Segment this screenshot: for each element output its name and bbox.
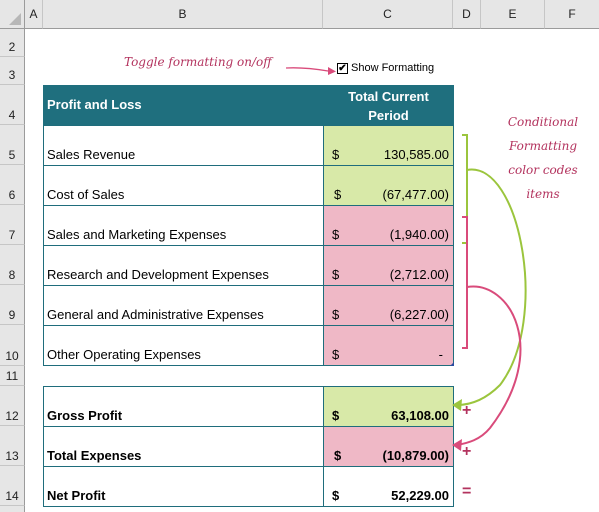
- header-value-line1: Total Current: [348, 88, 429, 104]
- value-cell[interactable]: $63,108.00: [323, 386, 454, 427]
- value-cell[interactable]: $130,585.00: [323, 125, 454, 166]
- currency-symbol: $: [334, 187, 342, 202]
- row-header-10[interactable]: 10: [0, 325, 25, 366]
- label-cell[interactable]: Sales Revenue: [43, 125, 324, 166]
- equals-operator: =: [462, 483, 472, 500]
- row-header-14[interactable]: 14: [0, 466, 25, 506]
- item-label: Sales and Marketing Expenses: [47, 227, 227, 242]
- label-cell[interactable]: Sales and Marketing Expenses: [43, 205, 324, 246]
- total-label: Total Expenses: [47, 448, 142, 463]
- item-label: Sales Revenue: [47, 147, 136, 162]
- label-cell[interactable]: Gross Profit: [43, 386, 324, 427]
- column-header-d[interactable]: D: [453, 0, 481, 29]
- value-cell[interactable]: $ (10,879.00): [323, 426, 454, 467]
- currency-symbol: $: [332, 408, 340, 423]
- value-cell[interactable]: $ (6,227.00): [323, 285, 454, 326]
- label-cell[interactable]: Other Operating Expenses: [43, 325, 324, 366]
- header-value-line2: Period: [368, 107, 409, 123]
- row-header-5[interactable]: 5: [0, 125, 25, 165]
- row-header-9[interactable]: 9: [0, 285, 25, 325]
- row-header-4[interactable]: 4: [0, 85, 25, 125]
- value-cell[interactable]: $52,229.00: [323, 466, 454, 507]
- column-header-f[interactable]: F: [545, 0, 599, 29]
- bracket-arrows: [452, 134, 527, 451]
- select-all-corner[interactable]: [0, 0, 25, 29]
- currency-symbol: $: [332, 307, 340, 322]
- header-total-current-period[interactable]: Total Current Period: [323, 85, 454, 126]
- row-header-13[interactable]: 13: [0, 426, 25, 466]
- item-label: General and Administrative Expenses: [47, 307, 264, 322]
- value-cell[interactable]: $ -: [323, 325, 454, 366]
- column-header-e[interactable]: E: [481, 0, 545, 29]
- column-header-a[interactable]: A: [25, 0, 43, 29]
- currency-symbol: $: [332, 267, 340, 282]
- row-header-12[interactable]: 12: [0, 386, 25, 426]
- column-header-c[interactable]: C: [323, 0, 453, 29]
- toggle-arrow-icon: [285, 67, 336, 75]
- checkbox-check-icon[interactable]: ✔: [337, 62, 348, 74]
- item-label: Other Operating Expenses: [47, 347, 201, 362]
- currency-symbol: $: [332, 488, 340, 503]
- currency-symbol: $: [334, 448, 342, 463]
- total-value: 52,229.00: [391, 488, 449, 503]
- row-header-6[interactable]: 6: [0, 165, 25, 205]
- value-cell[interactable]: $ (2,712.00): [323, 245, 454, 286]
- value-cell[interactable]: $ (67,477.00): [323, 165, 454, 206]
- row-header-11[interactable]: 11: [0, 366, 25, 386]
- item-label: Research and Development Expenses: [47, 267, 269, 282]
- value-cell[interactable]: $ (1,940.00): [323, 205, 454, 246]
- label-cell[interactable]: Total Expenses: [43, 426, 324, 467]
- header-profit-and-loss[interactable]: Profit and Loss: [43, 85, 324, 126]
- show-formatting-checkbox[interactable]: ✔ Show Formatting: [337, 62, 434, 74]
- label-cell[interactable]: Cost of Sales: [43, 165, 324, 206]
- label-cell[interactable]: Research and Development Expenses: [43, 245, 324, 286]
- header-label: Profit and Loss: [47, 96, 142, 112]
- row-header-2[interactable]: 2: [0, 29, 25, 57]
- show-formatting-label: Show Formatting: [351, 62, 435, 74]
- item-label: Cost of Sales: [47, 187, 125, 202]
- currency-symbol: $: [332, 227, 340, 242]
- row-header-7[interactable]: 7: [0, 205, 25, 245]
- label-cell[interactable]: General and Administrative Expenses: [43, 285, 324, 326]
- label-cell[interactable]: Net Profit: [43, 466, 324, 507]
- column-header-b[interactable]: B: [43, 0, 323, 29]
- toggle-annotation: Toggle formatting on/off: [124, 55, 272, 69]
- pink-bracket-icon: [452, 216, 522, 451]
- row-header-8[interactable]: 8: [0, 245, 25, 285]
- currency-symbol: $: [332, 347, 340, 362]
- total-label: Net Profit: [47, 488, 106, 503]
- green-bracket-icon: [452, 134, 527, 411]
- currency-symbol: $: [332, 147, 340, 162]
- total-label: Gross Profit: [47, 408, 123, 423]
- row-header-3[interactable]: 3: [0, 57, 25, 85]
- row-header-15[interactable]: [0, 506, 25, 512]
